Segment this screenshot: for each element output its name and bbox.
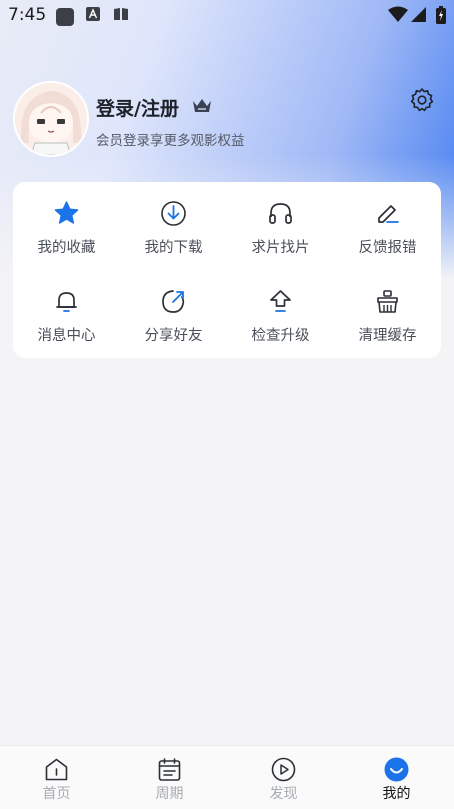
notification-app-icon — [56, 8, 74, 26]
tool-messages[interactable]: 消息中心 — [13, 270, 120, 358]
upgrade-icon — [270, 290, 291, 312]
nav-schedule[interactable]: 周期 — [113, 746, 226, 809]
battery-icon — [436, 6, 446, 24]
tools-card: 我的收藏 我的下载 求片找片 反馈报错 消息中心 分享好友 检查升级 清理缓存 — [13, 182, 441, 358]
tool-label: 消息中心 — [37, 328, 96, 344]
clean-cache-icon — [377, 290, 398, 313]
headphones-icon — [269, 203, 292, 224]
nav-label: 周期 — [155, 786, 184, 802]
tool-label: 清理缓存 — [358, 328, 417, 344]
avatar[interactable] — [13, 81, 89, 157]
tool-favorites[interactable]: 我的收藏 — [13, 182, 120, 270]
login-subtitle: 会员登录享更多观影权益 — [96, 133, 245, 149]
tool-feedback[interactable]: 反馈报错 — [334, 182, 441, 270]
play-icon — [271, 757, 296, 782]
smile-icon — [384, 757, 409, 782]
tool-label: 反馈报错 — [358, 240, 417, 256]
anime-avatar-image — [15, 83, 87, 155]
share-icon — [162, 290, 185, 313]
status-time: 7:45 — [8, 5, 47, 25]
tool-label: 检查升级 — [251, 328, 310, 344]
login-register-title[interactable]: 登录/注册 — [96, 94, 179, 121]
tool-share[interactable]: 分享好友 — [120, 270, 227, 358]
wifi-icon — [388, 6, 408, 22]
tool-label: 求片找片 — [251, 240, 310, 256]
tool-label: 我的收藏 — [37, 240, 96, 256]
home-icon — [45, 758, 68, 781]
tool-label: 我的下载 — [144, 240, 203, 256]
edit-icon — [378, 205, 399, 223]
tool-request-movie[interactable]: 求片找片 — [227, 182, 334, 270]
bell-icon — [56, 292, 77, 312]
star-icon — [54, 201, 79, 224]
nav-discover[interactable]: 发现 — [227, 746, 340, 809]
nav-home[interactable]: 首页 — [0, 746, 113, 809]
download-icon — [161, 201, 186, 226]
tool-label: 分享好友 — [144, 328, 203, 344]
calendar-icon — [158, 758, 181, 781]
notification-book-icon — [114, 8, 128, 20]
nav-label: 发现 — [269, 786, 298, 802]
tool-downloads[interactable]: 我的下载 — [120, 182, 227, 270]
status-bar: 7:45 — [0, 0, 454, 32]
settings-gear-icon[interactable] — [409, 87, 435, 113]
nav-label: 首页 — [42, 786, 71, 802]
signal-icon — [411, 7, 426, 22]
nav-label: 我的 — [382, 786, 411, 802]
nav-mine[interactable]: 我的 — [340, 746, 453, 809]
notification-font-icon — [86, 7, 100, 21]
vip-crown-icon — [193, 99, 211, 112]
tool-check-update[interactable]: 检查升级 — [227, 270, 334, 358]
tool-clear-cache[interactable]: 清理缓存 — [334, 270, 441, 358]
bottom-navigation: 首页 周期 发现 我的 — [0, 745, 454, 809]
